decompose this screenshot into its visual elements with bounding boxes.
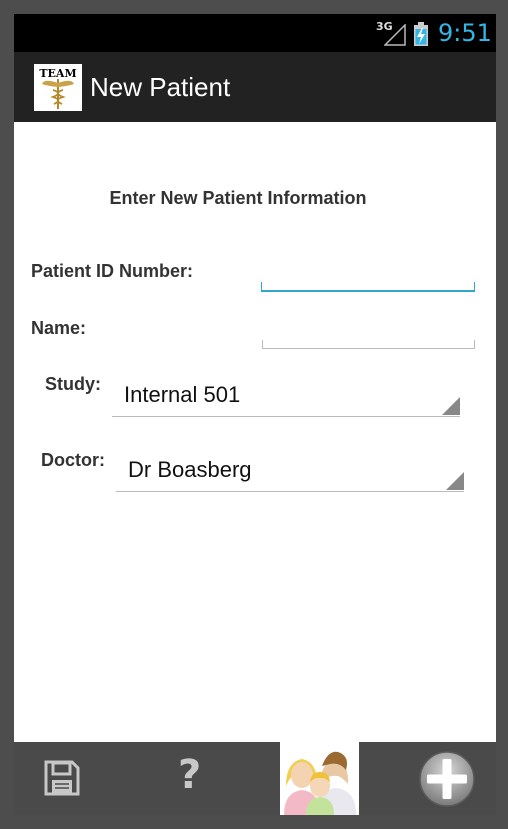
dropdown-arrow-icon	[442, 397, 460, 415]
patients-icon	[284, 751, 356, 815]
screen-title: New Patient	[90, 72, 231, 102]
action-bar: TEAM New Patient	[14, 52, 496, 122]
status-bar: 3G 9:51	[14, 14, 496, 52]
study-selected-value: Internal 501	[124, 382, 241, 407]
add-icon[interactable]	[418, 750, 476, 808]
caduceus-logo-icon: TEAM	[39, 67, 77, 109]
app-logo[interactable]: TEAM	[34, 64, 82, 111]
svg-text:TEAM: TEAM	[39, 67, 76, 80]
doctor-label: Doctor:	[41, 450, 105, 470]
study-label: Study:	[45, 374, 101, 394]
dropdown-arrow-icon	[446, 472, 464, 490]
signal-icon	[384, 24, 406, 46]
name-label: Name:	[31, 318, 87, 338]
device-frame: 3G 9:51 TEAM New Patient Enter New Patie…	[0, 0, 508, 829]
clock: 9:51	[438, 19, 492, 47]
doctor-selected-value: Dr Boasberg	[128, 457, 252, 482]
patient-id-label: Patient ID Number:	[31, 261, 194, 281]
bottom-action-bar: ?	[14, 742, 496, 815]
save-icon[interactable]	[44, 760, 80, 796]
battery-charging-icon	[414, 22, 428, 46]
patient-id-input[interactable]	[261, 282, 475, 292]
study-spinner[interactable]: Internal 501	[112, 380, 460, 417]
doctor-spinner[interactable]: Dr Boasberg	[116, 455, 464, 492]
form-heading: Enter New Patient Information	[109, 188, 367, 208]
screen: 3G 9:51 TEAM New Patient Enter New Patie…	[14, 14, 496, 815]
patients-button[interactable]	[280, 742, 359, 815]
help-icon[interactable]: ?	[178, 752, 201, 798]
new-patient-form: Enter New Patient Information Patient ID…	[14, 122, 496, 742]
name-input[interactable]	[262, 340, 475, 349]
